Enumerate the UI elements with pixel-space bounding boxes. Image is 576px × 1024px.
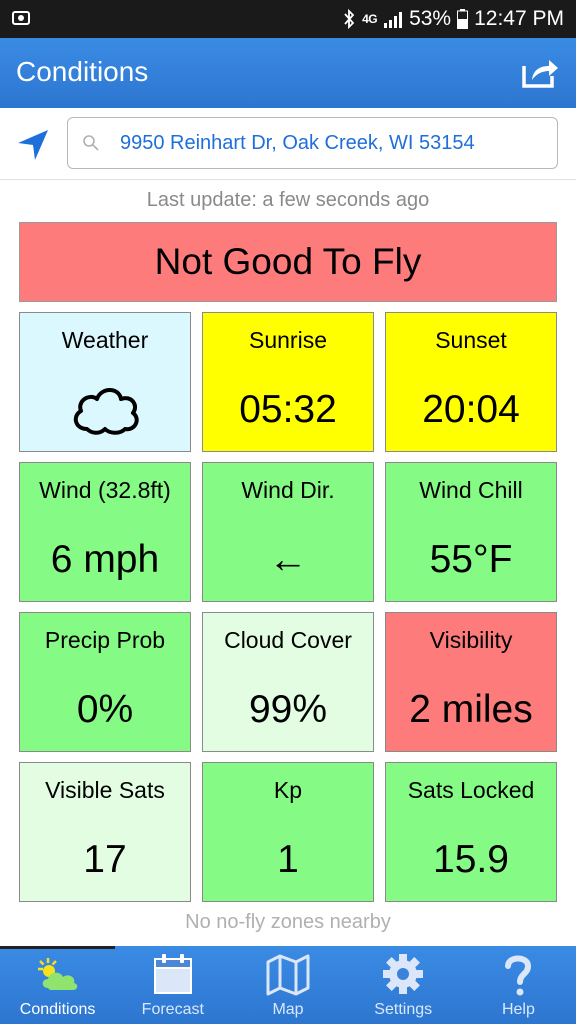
tile-label: Wind Dir. <box>241 477 335 503</box>
tile-label: Visibility <box>429 627 513 653</box>
tile-visible-sats[interactable]: Visible Sats 17 <box>19 762 191 902</box>
tile-label: Wind (32.8ft) <box>39 477 171 503</box>
weather-icon <box>37 958 77 990</box>
tile-precip-prob[interactable]: Precip Prob 0% <box>19 612 191 752</box>
tile-value: 1 <box>277 838 299 881</box>
map-icon <box>266 954 310 996</box>
network-type: 4G <box>362 12 378 26</box>
tile-value: 2 miles <box>409 688 533 731</box>
tab-label: Forecast <box>141 1001 204 1018</box>
tab-conditions[interactable]: Conditions <box>0 946 115 1024</box>
page-title: Conditions <box>16 56 149 87</box>
tile-label: Weather <box>61 327 149 353</box>
cloud-icon <box>73 388 139 435</box>
status-bar: 4G 53% 12:47 PM <box>0 0 576 38</box>
locate-me-icon[interactable] <box>16 128 50 162</box>
calendar-icon <box>153 954 192 994</box>
address-input[interactable] <box>120 128 550 158</box>
tile-sats-locked[interactable]: Sats Locked 15.9 <box>385 762 557 902</box>
wind-direction-arrow-icon: ← <box>268 538 308 581</box>
tile-label: Cloud Cover <box>224 627 352 653</box>
tile-wind[interactable]: Wind (32.8ft) 6 mph <box>19 462 191 602</box>
tile-wind-chill[interactable]: Wind Chill 55°F <box>385 462 557 602</box>
tile-wind-direction[interactable]: Wind Dir. ← <box>202 462 374 602</box>
no-fly-zone-note: No no-fly zones nearby <box>185 911 391 933</box>
conditions-grid: Weather Sunrise 05:32 Sunset 20:04 Wind … <box>19 312 557 902</box>
search-icon <box>83 135 99 151</box>
tile-label: Visible Sats <box>45 777 165 803</box>
tile-value: 55°F <box>429 538 513 581</box>
tile-value: 20:04 <box>422 388 520 431</box>
tab-help[interactable]: Help <box>461 946 576 1024</box>
tile-label: Sats Locked <box>407 777 535 803</box>
tile-sunset[interactable]: Sunset 20:04 <box>385 312 557 452</box>
bottom-nav: Conditions Forecast Map Settings Help <box>0 946 576 1024</box>
tile-value: 05:32 <box>239 388 337 431</box>
tab-label: Settings <box>374 1001 433 1018</box>
tile-cloud-cover[interactable]: Cloud Cover 99% <box>202 612 374 752</box>
tab-map[interactable]: Map <box>230 946 345 1024</box>
screenshot-notification-icon <box>12 11 30 25</box>
help-icon <box>505 955 532 996</box>
tile-kp[interactable]: Kp 1 <box>202 762 374 902</box>
tile-label: Precip Prob <box>44 627 166 653</box>
tab-label: Conditions <box>19 1001 96 1018</box>
app-bar: Conditions <box>0 38 576 108</box>
tile-value: 6 mph <box>50 538 160 581</box>
battery-icon <box>457 9 469 29</box>
tile-value: 0% <box>76 688 134 731</box>
location-bar <box>0 108 576 180</box>
gear-icon <box>383 954 424 994</box>
tab-label: Map <box>272 1001 304 1018</box>
tile-label: Wind Chill <box>419 477 523 503</box>
tile-value: 99% <box>248 688 328 731</box>
share-icon[interactable] <box>520 54 560 90</box>
tile-visibility[interactable]: Visibility 2 miles <box>385 612 557 752</box>
tile-value: 17 <box>83 838 127 881</box>
tile-label: Sunset <box>435 327 507 353</box>
tile-value: 15.9 <box>433 838 509 881</box>
tile-weather[interactable]: Weather <box>19 312 191 452</box>
clock: 12:47 PM <box>474 7 564 30</box>
tile-label: Kp <box>273 777 303 803</box>
fly-status-banner: Not Good To Fly <box>19 222 557 302</box>
tab-settings[interactable]: Settings <box>346 946 461 1024</box>
tab-forecast[interactable]: Forecast <box>115 946 230 1024</box>
last-update-text: Last update: a few seconds ago <box>146 189 430 211</box>
address-search-field[interactable] <box>67 117 558 169</box>
tab-label: Help <box>501 1001 535 1018</box>
tile-label: Sunrise <box>249 327 327 353</box>
signal-icon <box>384 12 403 28</box>
battery-percent: 53% <box>409 7 452 30</box>
tile-sunrise[interactable]: Sunrise 05:32 <box>202 312 374 452</box>
bluetooth-icon <box>344 9 355 29</box>
